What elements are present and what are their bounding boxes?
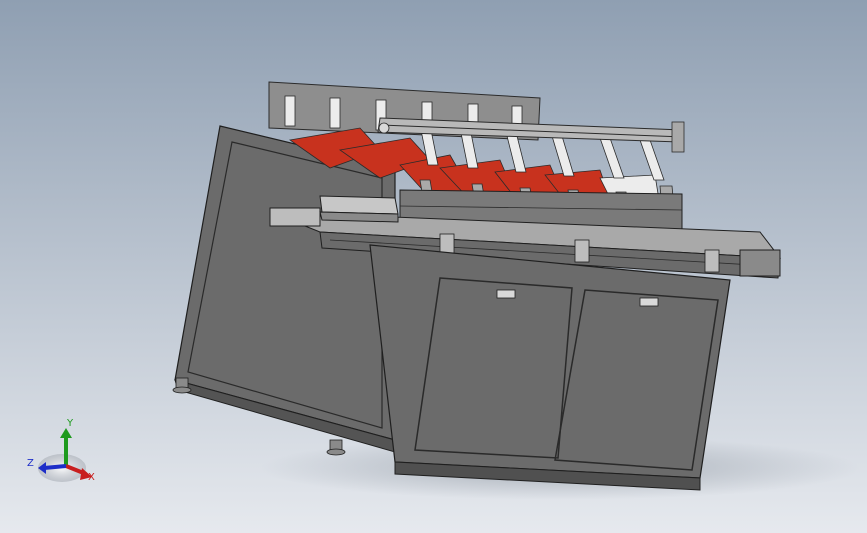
cabinet-door-handle-right: [639, 297, 659, 307]
y-axis-label: Y: [66, 418, 74, 429]
machine-3d-model[interactable]: Y X Z: [0, 0, 867, 533]
x-axis-label: X: [88, 472, 95, 483]
z-axis-label: Z: [27, 458, 34, 469]
cad-graphics-viewport[interactable]: Y X Z: [0, 0, 867, 533]
infeed-platform: [319, 195, 399, 223]
z-axis-arrow: [43, 464, 67, 470]
front-cabinet: [369, 244, 731, 491]
cabinet-door-handle-left: [496, 289, 516, 299]
